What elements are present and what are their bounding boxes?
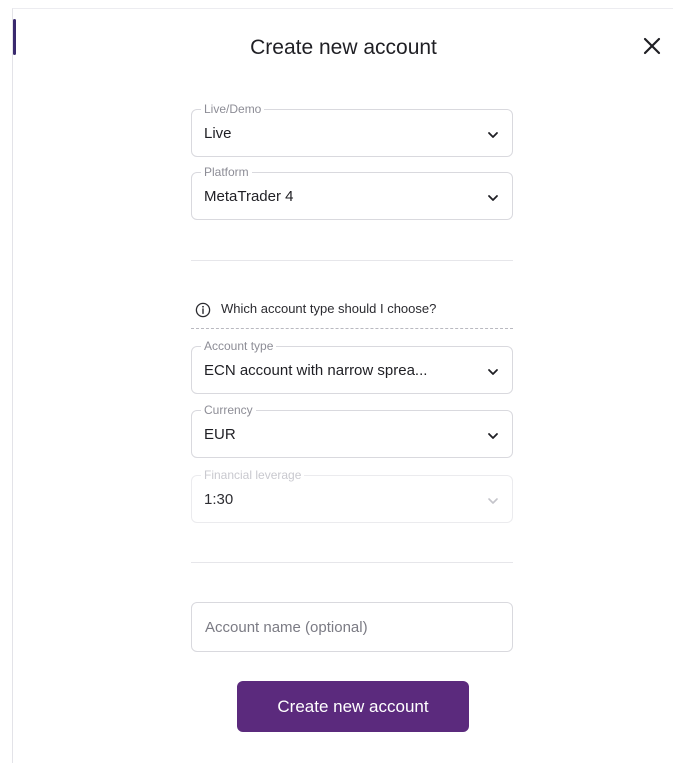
chevron-down-icon: [488, 498, 498, 504]
leverage-label: Financial leverage: [201, 468, 305, 482]
account-type-value: ECN account with narrow sprea...: [204, 362, 428, 379]
platform-label: Platform: [201, 165, 252, 179]
currency-value: EUR: [204, 426, 236, 443]
live-demo-label: Live/Demo: [201, 102, 265, 116]
account-name-input[interactable]: [191, 602, 513, 652]
chevron-down-icon: [488, 195, 498, 201]
dialog-title: Create new account: [250, 36, 437, 59]
close-icon: [643, 37, 661, 55]
help-text: Which account type should I choose?: [221, 301, 437, 316]
chevron-down-icon: [488, 433, 498, 439]
section-divider: [191, 260, 513, 261]
currency-label: Currency: [201, 403, 256, 417]
live-demo-select[interactable]: Live/Demo Live: [191, 102, 513, 157]
account-type-label: Account type: [201, 339, 277, 353]
leverage-value: 1:30: [204, 491, 234, 508]
leverage-select: Financial leverage 1:30: [191, 468, 513, 523]
account-type-select[interactable]: Account type ECN account with narrow spr…: [191, 339, 513, 394]
live-demo-value: Live: [204, 125, 232, 142]
section-divider: [191, 562, 513, 563]
info-icon: [195, 302, 211, 318]
chevron-down-icon: [488, 132, 498, 138]
chevron-down-icon: [488, 369, 498, 375]
currency-select[interactable]: Currency EUR: [191, 403, 513, 458]
close-button[interactable]: [637, 31, 667, 61]
platform-value: MetaTrader 4: [204, 188, 294, 205]
create-account-dialog: Create new account Live/Demo Live Platfo…: [12, 8, 673, 763]
platform-select[interactable]: Platform MetaTrader 4: [191, 165, 513, 220]
create-account-button[interactable]: Create new account: [237, 681, 469, 732]
account-type-help-link[interactable]: Which account type should I choose?: [191, 299, 513, 329]
